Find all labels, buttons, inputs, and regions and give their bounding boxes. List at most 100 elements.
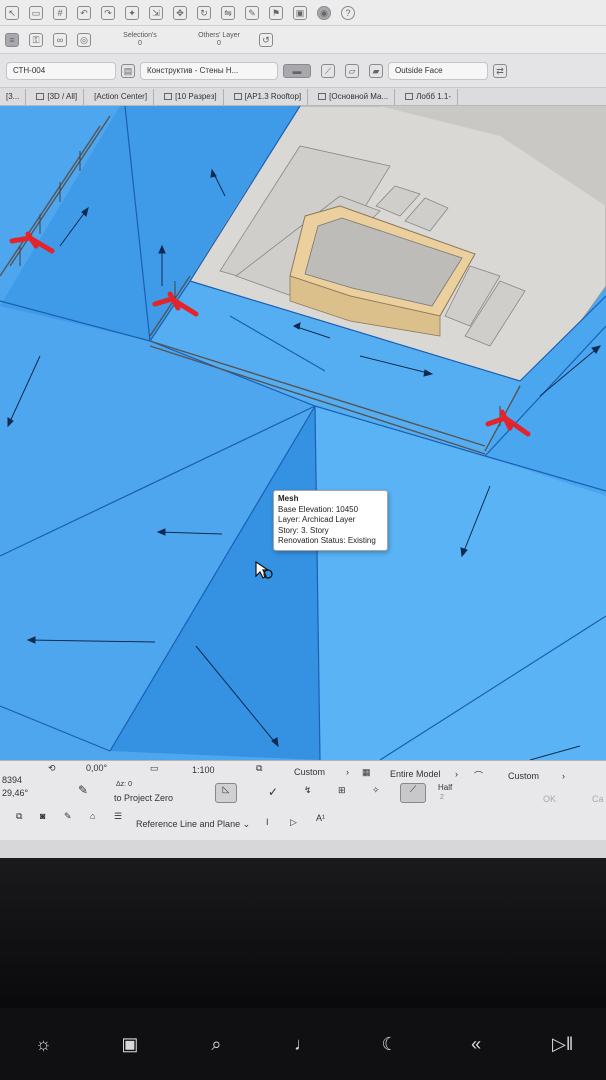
- coord-value-1: 8394: [2, 775, 23, 785]
- archicad-window: ↖ ▭ # ↶ ↷ ✦ ⇲ ✥ ↻ ⇋ ✎ ⚑ ▣ ◉ ? ≡ ⚿ ∞ ◎ Se…: [0, 0, 606, 858]
- pointer-icon[interactable]: ↖: [5, 5, 19, 20]
- tab-main-model[interactable]: [Основной Ма...: [312, 88, 396, 105]
- undo-icon[interactable]: ↶: [77, 5, 91, 20]
- selections-count: 0: [138, 39, 142, 47]
- 3d-viewport[interactable]: Mesh Base Elevation: 10450 Layer: Archic…: [0, 106, 606, 760]
- move-icon[interactable]: ✥: [173, 5, 187, 20]
- outside-face-dropdown[interactable]: Outside Face: [388, 61, 488, 80]
- triangle-ruler-icon[interactable]: ◺: [215, 783, 237, 803]
- pen-set-value[interactable]: Custom: [508, 771, 539, 781]
- mirror-icon[interactable]: ⇋: [221, 5, 235, 20]
- half-label[interactable]: Half: [438, 783, 452, 792]
- selections-label: Selection's: [123, 31, 157, 39]
- rewind-icon[interactable]: «: [456, 1034, 496, 1055]
- layers-icon[interactable]: ≡: [5, 32, 19, 47]
- tab-3d-all[interactable]: [3D / All]: [30, 88, 85, 105]
- model-view-option[interactable]: Entire Model: [390, 769, 441, 779]
- microphone-icon[interactable]: ♩: [283, 1034, 323, 1055]
- redo-icon[interactable]: ↷: [101, 5, 115, 20]
- pencil-icon[interactable]: ✎: [78, 783, 88, 797]
- refresh-icon[interactable]: ↺: [259, 32, 273, 47]
- label-icon[interactable]: A¹: [316, 813, 325, 823]
- coord-value-2: 29,46°: [2, 788, 29, 798]
- marquee-icon[interactable]: ▭: [29, 5, 43, 20]
- lock-icon[interactable]: ⚿: [29, 32, 43, 47]
- tab-rooftop[interactable]: [AP1.3 Rooftop]: [228, 88, 309, 105]
- arrows-icon[interactable]: ⇄: [493, 63, 507, 78]
- mission-control-icon[interactable]: ▣: [110, 1034, 150, 1055]
- view-tab-bar: [3... [3D / All] [Action Center] [10 Paз…: [0, 88, 606, 106]
- ok-button[interactable]: OK: [543, 794, 556, 804]
- camera-icon[interactable]: ◙: [40, 811, 45, 821]
- layer-toolbar: ≡ ⚿ ∞ ◎ Selection's 0 Others' Layer 0 ↺: [0, 26, 606, 54]
- eye-icon[interactable]: ◎: [77, 32, 91, 47]
- chevron-right-icon[interactable]: ›: [346, 767, 349, 777]
- tooltip-layer: Layer: Archicad Layer: [278, 515, 356, 524]
- settings-icon[interactable]: ▤: [121, 63, 135, 78]
- ruler-icon[interactable]: ▭: [150, 763, 159, 774]
- wall-flip-icon[interactable]: ▰: [369, 63, 383, 78]
- rotate-icon[interactable]: ↻: [197, 5, 211, 20]
- element-id-field[interactable]: СТН-004: [6, 61, 116, 80]
- home-icon[interactable]: ⌂: [90, 811, 95, 821]
- tooltip-base-elevation: Base Elevation: 10450: [278, 504, 359, 514]
- tab-lobby[interactable]: Лобб 1.1-: [399, 88, 459, 105]
- magic-wand-icon[interactable]: ✧: [372, 785, 380, 796]
- snap-icon[interactable]: ↯: [304, 785, 312, 796]
- layers-icon[interactable]: ⧉: [256, 763, 262, 774]
- half-value[interactable]: 2: [440, 794, 444, 801]
- edit-icon[interactable]: ✎: [64, 811, 72, 822]
- divide-icon[interactable]: ⟋: [400, 783, 426, 803]
- standard-toolbar: ↖ ▭ # ↶ ↷ ✦ ⇲ ✥ ↻ ⇋ ✎ ⚑ ▣ ◉ ?: [0, 0, 606, 26]
- flag-icon[interactable]: ⚑: [269, 5, 283, 20]
- window-bottom-edge: [0, 840, 606, 858]
- model-view-icon[interactable]: ▦: [362, 767, 371, 778]
- laptop-bezel: [0, 858, 606, 1008]
- tab-3[interactable]: [3...: [0, 88, 27, 105]
- paint-icon[interactable]: ▣: [293, 5, 307, 20]
- dz-value[interactable]: 0: [128, 781, 132, 788]
- angle-value[interactable]: 0,00°: [86, 763, 107, 773]
- pen-icon[interactable]: ✎: [245, 5, 259, 20]
- touch-bar: ☼ ▣ ⌕ ♩ ☾ « ▷‖: [0, 1008, 606, 1080]
- view-filter-icon[interactable]: ◉: [317, 5, 331, 20]
- model-drawing: [0, 106, 606, 760]
- layer-icon[interactable]: ⧉: [16, 811, 22, 822]
- tab-section[interactable]: [10 Paзpeз]: [158, 88, 224, 105]
- offset-icon[interactable]: ⇲: [149, 5, 163, 20]
- info-toolbar: СТН-004 ▤ Конструктив - Стены Н... ▬ ⟋ ▱…: [0, 54, 606, 88]
- layer-combination[interactable]: Custom: [294, 767, 325, 777]
- help-icon[interactable]: ?: [341, 5, 355, 20]
- magic-wand-icon[interactable]: ✦: [125, 5, 139, 20]
- reference-line-dropdown[interactable]: Reference Line and Plane ⌄: [136, 819, 250, 830]
- others-layer-label: Others' Layer: [198, 31, 240, 39]
- tooltip-title: Mesh: [278, 494, 299, 503]
- tab-action-center[interactable]: [Action Center]: [88, 88, 155, 105]
- wall-icon[interactable]: ▱: [345, 63, 359, 78]
- search-icon[interactable]: ⌕: [196, 1034, 236, 1055]
- to-project-zero-dropdown[interactable]: to Project Zero: [114, 793, 173, 803]
- grid-icon[interactable]: #: [53, 5, 67, 20]
- play-icon[interactable]: ▷: [290, 817, 297, 828]
- brightness-icon[interactable]: ☼: [23, 1034, 63, 1055]
- chevron-right-icon[interactable]: ›: [562, 771, 565, 781]
- play-pause-icon[interactable]: ▷‖: [543, 1034, 583, 1055]
- cancel-button[interactable]: Ca: [592, 794, 604, 804]
- chevron-right-icon[interactable]: ›: [455, 769, 458, 779]
- moon-icon[interactable]: ☾: [370, 1034, 410, 1055]
- reference-line-icon[interactable]: ⟋: [321, 63, 335, 78]
- text-cursor-icon[interactable]: I: [266, 817, 269, 827]
- guide-icon[interactable]: ⊞: [338, 785, 346, 796]
- status-bar: 8394 29,46° ⟲ 0,00° ▭ 1:100 ⧉ Custom › ▦…: [0, 760, 606, 840]
- composite-dropdown[interactable]: Конструктив - Стены Н...: [140, 61, 278, 80]
- element-info-tooltip: Mesh Base Elevation: 10450 Layer: Archic…: [273, 490, 388, 551]
- tooltip-story: Story: 3. Story: [278, 525, 329, 535]
- rotate-icon[interactable]: ⟲: [48, 763, 56, 774]
- link-icon[interactable]: ∞: [53, 32, 67, 47]
- stack-icon[interactable]: ☰: [114, 811, 122, 822]
- geometry-method-icon[interactable]: ▬: [283, 63, 311, 78]
- scale-value[interactable]: 1:100: [192, 765, 215, 775]
- pen-set-icon[interactable]: ⌒: [474, 769, 483, 782]
- mesh-triangle-dark: [110, 406, 320, 760]
- check-icon[interactable]: ✓: [268, 785, 278, 799]
